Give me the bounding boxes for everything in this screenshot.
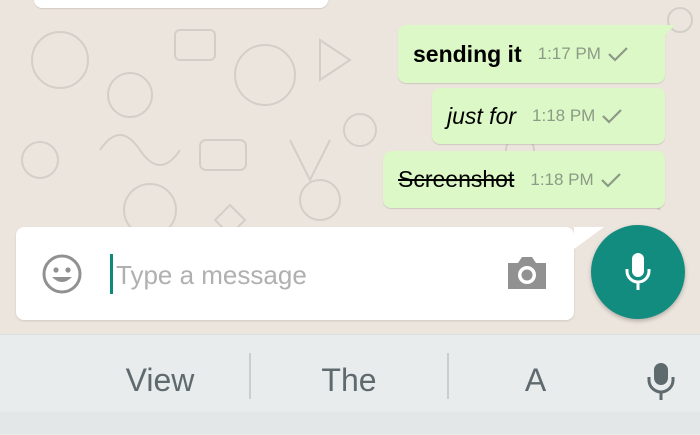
message-input[interactable]	[114, 253, 488, 297]
message-time: 1:18 PM	[530, 169, 594, 189]
camera-icon[interactable]	[504, 253, 550, 293]
mic-icon	[625, 253, 651, 290]
check-icon	[600, 172, 621, 188]
check-icon	[602, 109, 623, 124]
message-meta: 1:18 PM	[532, 106, 623, 126]
previous-message-bubble	[34, 0, 328, 8]
message-text: sending it	[413, 40, 522, 67]
message-text: just for	[447, 102, 517, 129]
message-time: 1:18 PM	[532, 106, 596, 125]
text-cursor	[110, 254, 113, 294]
message-meta: 1:17 PM	[538, 44, 629, 64]
message-meta: 1:18 PM	[530, 170, 621, 190]
emoji-icon[interactable]	[41, 253, 83, 295]
bubble-tail	[661, 25, 675, 39]
outgoing-message[interactable]: just for 1:18 PM	[432, 88, 665, 144]
suggestion-item[interactable]: A	[448, 355, 623, 405]
outgoing-message[interactable]: Screenshot 1:18 PM	[383, 151, 665, 208]
message-text: Screenshot	[398, 166, 515, 192]
voice-record-button[interactable]	[591, 225, 685, 319]
suggestion-item[interactable]: The	[250, 355, 448, 405]
keyboard-mic-icon[interactable]	[644, 355, 678, 405]
keyboard-keys-area	[0, 412, 700, 434]
outgoing-message[interactable]: sending it 1:17 PM	[398, 25, 675, 83]
message-composer	[16, 227, 604, 320]
suggestion-item[interactable]: View	[70, 355, 250, 405]
message-time: 1:17 PM	[537, 44, 601, 63]
check-icon	[608, 47, 628, 62]
